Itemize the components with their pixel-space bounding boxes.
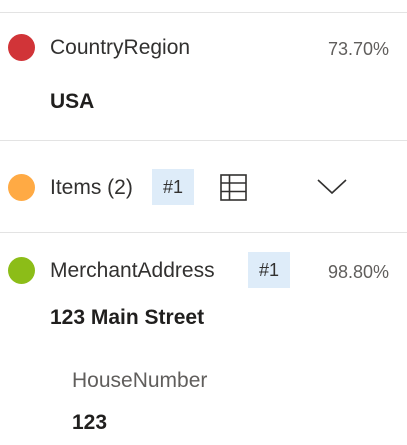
index-badge: #1 — [248, 252, 291, 288]
subfield-value: 123 — [72, 411, 108, 434]
field-value: USA — [50, 90, 95, 113]
chevron-down-icon[interactable] — [316, 178, 348, 201]
confidence-value: 98.80% — [327, 262, 389, 282]
status-dot — [8, 257, 35, 284]
divider — [0, 232, 407, 233]
table-icon[interactable] — [220, 174, 247, 206]
confidence-value: 73.70% — [327, 39, 389, 59]
subfield-label: HouseNumber — [72, 369, 208, 392]
field-value: 123 Main Street — [50, 306, 205, 329]
field-label: MerchantAddress — [50, 259, 215, 282]
index-badge: #1 — [152, 169, 195, 205]
field-label: CountryRegion — [50, 36, 191, 59]
divider — [0, 140, 407, 141]
top-divider — [0, 12, 407, 13]
status-dot — [8, 174, 35, 201]
status-dot — [8, 34, 35, 61]
field-label: Items (2) — [50, 176, 133, 199]
